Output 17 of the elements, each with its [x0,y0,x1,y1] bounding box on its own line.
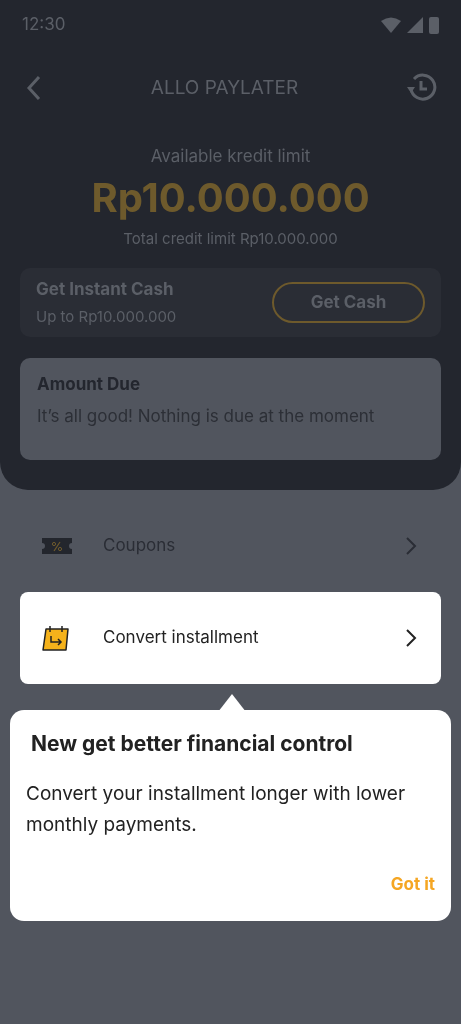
chevron-icon [405,536,417,556]
tooltip-title: New get better financial control [31,730,354,758]
limit-label: Available kredit limit [150,145,311,168]
page-title: ALLO PAYLATER [150,74,299,101]
limit-amount: Rp10.000.000 [91,171,370,224]
signal-icon [407,17,423,33]
menu-label: Convert installment [103,626,260,650]
chevron-icon [405,628,417,648]
wifi-icon [381,17,401,33]
calendar-icon [41,624,71,652]
total-limit: Total credit limit Rp10.000.000 [123,227,338,250]
history-icon[interactable] [405,72,437,104]
menu-item[interactable]: Convert installment [20,592,441,684]
status-time: 12:30 [22,13,66,37]
battery-icon [429,16,439,34]
tooltip-body: Convert your installment longer with lower monthly payments. [26,780,407,838]
got-it-button[interactable]: Got it [390,871,435,897]
